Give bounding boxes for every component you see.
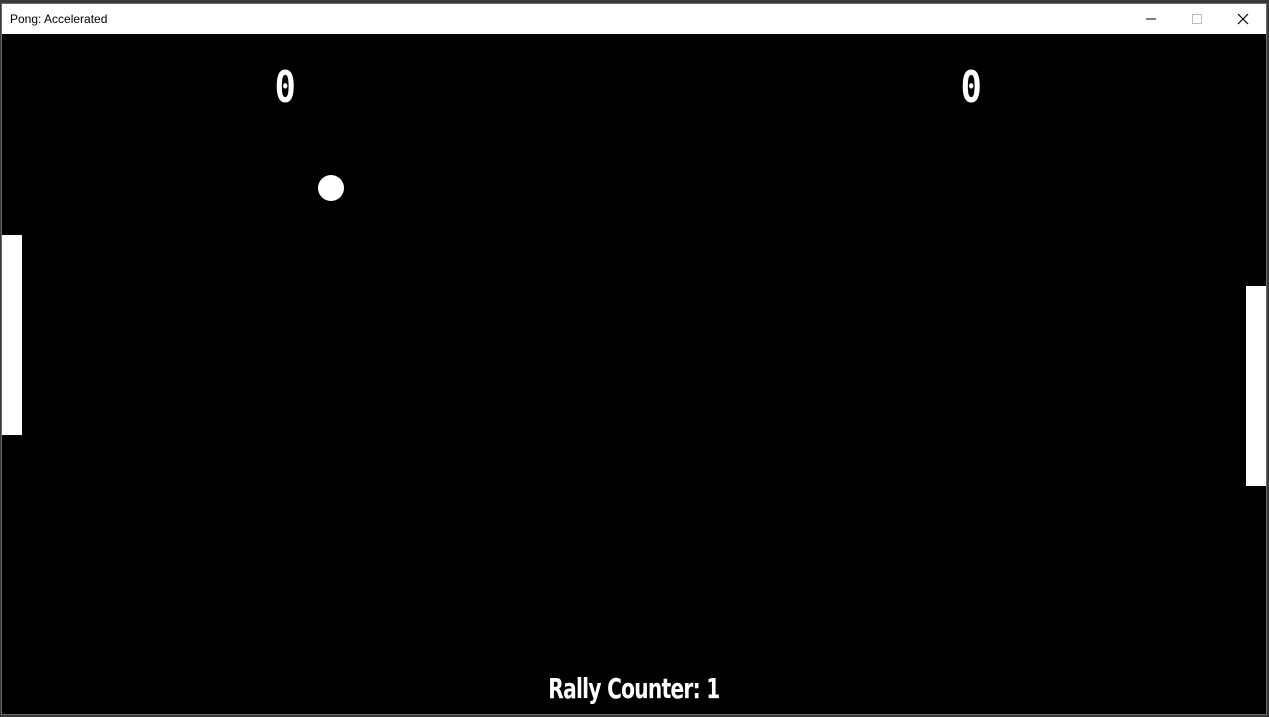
rally-counter: Rally Counter: 1 (2, 672, 1266, 705)
minimize-icon (1146, 18, 1156, 20)
right-paddle (1246, 286, 1266, 486)
close-icon (1237, 13, 1249, 25)
maximize-icon (1192, 14, 1202, 24)
ball (318, 175, 344, 201)
maximize-button[interactable] (1174, 4, 1220, 34)
game-window: Pong: Accelerated 0 0 Rally Counter: 1 (1, 3, 1267, 715)
title-bar[interactable]: Pong: Accelerated (2, 4, 1266, 34)
minimize-button[interactable] (1128, 4, 1174, 34)
window-title: Pong: Accelerated (10, 12, 108, 26)
left-player-score: 0 (274, 62, 296, 113)
close-button[interactable] (1220, 4, 1266, 34)
left-paddle (2, 235, 22, 435)
right-player-score: 0 (960, 62, 982, 113)
game-canvas[interactable]: 0 0 Rally Counter: 1 (2, 34, 1266, 714)
window-controls (1128, 4, 1266, 34)
rally-counter-label: Rally Counter: 1 (548, 672, 720, 705)
